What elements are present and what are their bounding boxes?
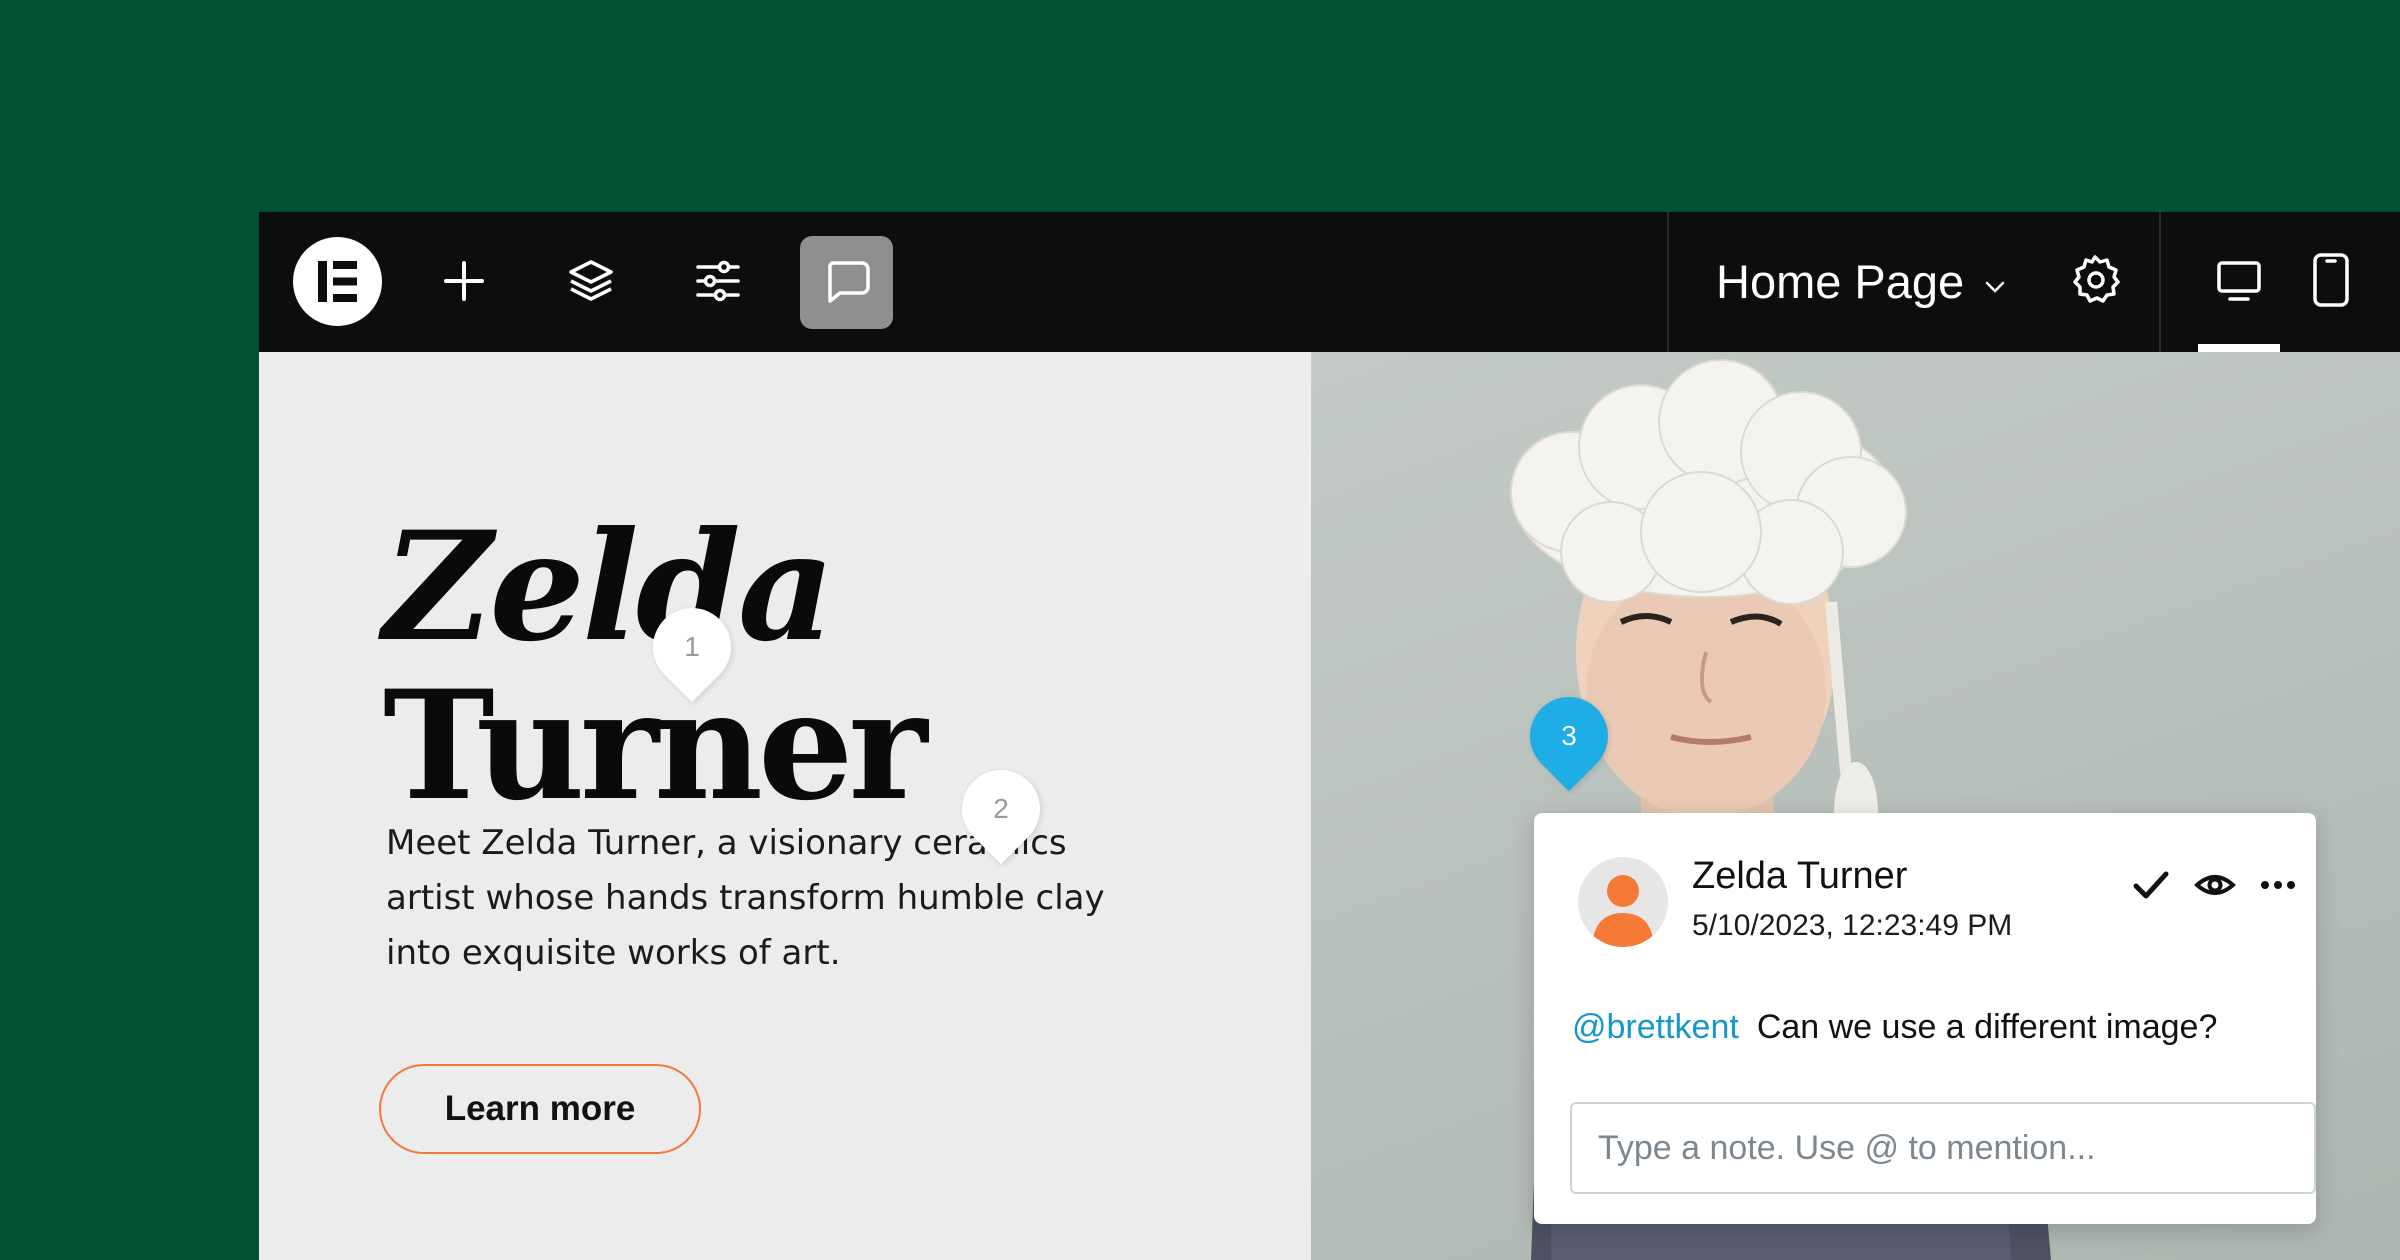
avatar — [1578, 857, 1668, 947]
note-input[interactable] — [1570, 1102, 2316, 1194]
view-button[interactable] — [2191, 863, 2239, 911]
editor-frame: Home Page Zelda Turner Meet Zelda Turner… — [259, 212, 2400, 1260]
hero-intro-line: into exquisite works of art. — [386, 933, 841, 973]
comment-pin-number: 2 — [993, 793, 1009, 824]
check-icon — [2131, 865, 2171, 909]
comment-author: Zelda Turner — [1692, 855, 1908, 897]
chevron-down-icon — [1984, 254, 2006, 309]
site-settings-button[interactable] — [671, 236, 764, 329]
mobile-icon — [2306, 252, 2356, 312]
comment-timestamp: 5/10/2023, 12:23:49 PM — [1692, 909, 2013, 942]
hero-intro-line: artist whose hands transform humble clay — [386, 878, 1105, 918]
comment-pin-number: 1 — [684, 631, 700, 662]
comment-card: Zelda Turner 5/10/2023, 12:23:49 PM @bre… — [1534, 813, 2316, 1224]
add-button[interactable] — [417, 236, 510, 329]
more-options-button[interactable] — [2254, 863, 2302, 911]
toolbar-divider — [2159, 212, 2161, 352]
comments-icon — [822, 256, 872, 310]
toolbar-divider — [1667, 212, 1669, 352]
learn-more-button[interactable]: Learn more — [379, 1064, 701, 1154]
comments-button[interactable] — [800, 236, 893, 329]
add-icon — [442, 259, 486, 307]
comment-message: Can we use a different image? — [1756, 1008, 2218, 1046]
page-settings-button[interactable] — [2059, 246, 2131, 318]
active-device-indicator — [2198, 344, 2280, 352]
comment-body: @brettkent Can we use a different image? — [1572, 1008, 2217, 1047]
gear-icon — [2068, 253, 2122, 311]
desktop-view-button[interactable] — [2199, 242, 2279, 322]
page-selector[interactable]: Home Page — [1716, 246, 2006, 316]
editor-topbar: Home Page — [259, 212, 2400, 352]
layers-button[interactable] — [544, 236, 637, 329]
hero-title-line2: Turner — [383, 658, 927, 834]
settings-sliders-icon — [694, 257, 742, 309]
mobile-view-button[interactable] — [2291, 242, 2371, 322]
more-icon — [2257, 864, 2299, 910]
eye-icon — [2193, 864, 2237, 910]
layers-icon — [567, 257, 615, 309]
hero-title-line1: Zelda — [383, 499, 835, 675]
elementor-logo-icon[interactable] — [293, 237, 382, 326]
page-title: Home Page — [1716, 254, 1965, 308]
desktop-icon — [2214, 255, 2264, 309]
resolve-button[interactable] — [2127, 863, 2175, 911]
comment-pin-number: 3 — [1561, 720, 1577, 751]
mention-link[interactable]: @brettkent — [1572, 1008, 1739, 1046]
